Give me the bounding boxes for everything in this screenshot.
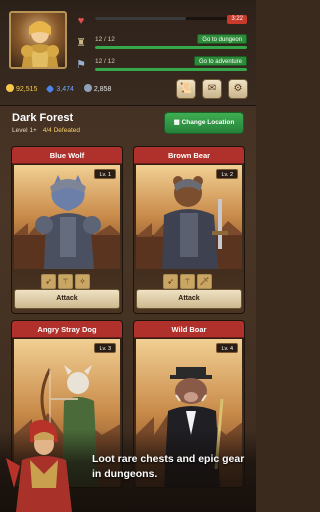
roman-soldier-art	[0, 418, 86, 512]
enemy-level-badge: Lv. 2	[216, 169, 238, 179]
dungeon-count: 12 / 12	[95, 36, 115, 43]
energy-row: ♥ 3:22	[73, 12, 247, 30]
hero-portrait[interactable]	[9, 11, 67, 69]
gem-currency: 3,474	[46, 84, 74, 94]
heart-icon: ♥	[77, 15, 85, 27]
coin-icon	[6, 84, 14, 92]
gem-icon	[46, 84, 55, 94]
settings-button[interactable]: ⚙	[228, 79, 248, 99]
loot-slots: ➶ ⚚ ✧	[14, 271, 120, 289]
enemy-name: Wild Boar	[134, 321, 244, 338]
soldier-icon	[6, 419, 72, 512]
gear-icon: ⚙	[233, 83, 243, 94]
enemy-level-badge: Lv. 4	[216, 343, 238, 353]
promo-caption: Loot rare chests and epic gear in dungeo…	[92, 453, 245, 480]
hero-avatar-icon	[21, 21, 59, 67]
bow-icon: ➶	[41, 274, 56, 289]
loot-slots: ➶ ⚚ 🗡	[136, 271, 242, 289]
enemy-card-blue-wolf[interactable]: Blue Wolf Lv. 1 ➶ ⚚ ✧ Attack	[11, 146, 123, 314]
scroll-loot-icon: ✧	[75, 274, 90, 289]
go-to-dungeon-button[interactable]: Go to dungeon	[197, 34, 247, 44]
bow-icon: ➶	[163, 274, 178, 289]
enemy-level-badge: Lv. 1	[94, 169, 116, 179]
enemy-name: Brown Bear	[134, 147, 244, 164]
attack-button[interactable]: Attack	[136, 289, 242, 309]
sword-icon: 🗡	[197, 274, 212, 289]
gold-currency: 92,515	[6, 84, 37, 93]
enemy-level-badge: Lv. 3	[94, 343, 116, 353]
enemy-art-blue-wolf: Lv. 1	[14, 165, 120, 269]
enemy-name: Blue Wolf	[12, 147, 122, 164]
castle-icon: ♜	[76, 37, 86, 49]
shard-currency: 2,858	[83, 84, 111, 93]
app-screen: ♥ 3:22 ♜ 12 / 12 Go to dungeon ⚑ 12 / 12…	[0, 0, 256, 512]
energy-timer: 3:22	[227, 15, 247, 24]
staff-icon: ⚚	[58, 274, 73, 289]
enemy-name: Angry Stray Dog	[12, 321, 122, 338]
adventure-bar	[95, 68, 247, 71]
shard-icon	[83, 84, 92, 92]
dungeon-bar	[95, 46, 247, 49]
adventure-count: 12 / 12	[95, 58, 115, 65]
defeated-count: 4/4 Defeated	[42, 127, 80, 134]
mail-button[interactable]: ✉	[202, 79, 222, 99]
bear-warrior-icon	[136, 176, 242, 269]
adventure-row: ⚑ 12 / 12 Go to adventure	[73, 56, 247, 74]
attack-button[interactable]: Attack	[14, 289, 120, 309]
map-icon: ▦	[173, 119, 182, 126]
change-location-button[interactable]: ▦ Change Location	[164, 112, 244, 134]
dungeon-row: ♜ 12 / 12 Go to dungeon	[73, 34, 247, 52]
go-to-adventure-button[interactable]: Go to adventure	[193, 56, 247, 66]
top-header: ♥ 3:22 ♜ 12 / 12 Go to dungeon ⚑ 12 / 12…	[0, 0, 256, 106]
energy-bar	[95, 17, 247, 20]
location-title: Dark Forest	[12, 112, 74, 124]
staff-icon: ⚚	[180, 274, 195, 289]
location-subtitle: Level 1+ 4/4 Defeated	[12, 127, 80, 134]
location-level: Level 1+	[12, 127, 37, 134]
quest-scroll-button[interactable]: 📜	[176, 79, 196, 99]
mail-icon: ✉	[207, 83, 217, 94]
scroll-icon: 📜	[179, 83, 193, 94]
currency-bar: 92,515 3,474 2,858	[6, 84, 119, 96]
enemy-art-brown-bear: Lv. 2	[136, 165, 242, 269]
wolf-warrior-icon	[14, 175, 120, 269]
map-icon: ⚑	[76, 59, 86, 71]
enemy-card-brown-bear[interactable]: Brown Bear Lv. 2 ➶ ⚚ 🗡 Attack	[133, 146, 245, 314]
